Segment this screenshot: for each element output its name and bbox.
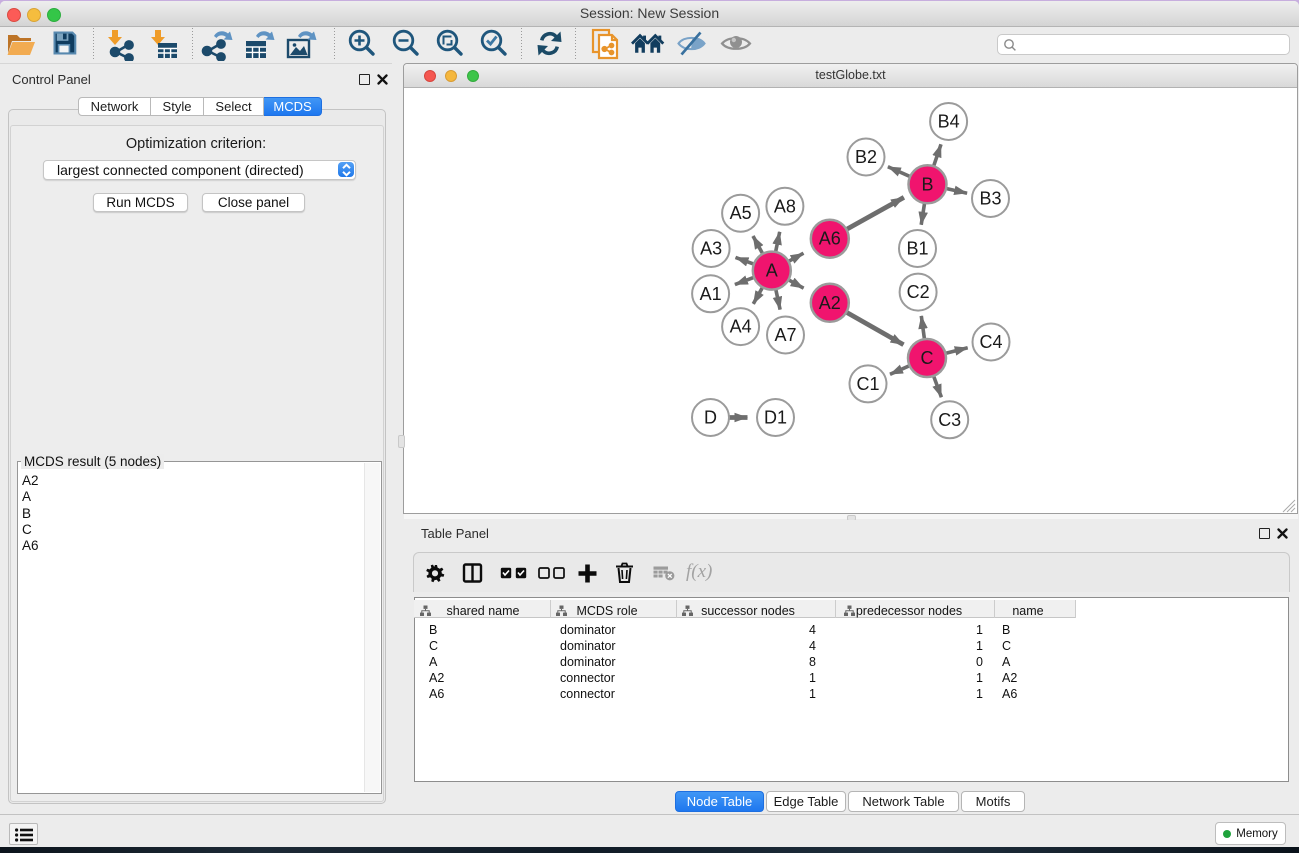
svg-text:C4: C4 xyxy=(979,332,1002,352)
svg-text:B3: B3 xyxy=(979,189,1001,209)
svg-text:D1: D1 xyxy=(764,408,787,428)
svg-text:A8: A8 xyxy=(774,196,796,216)
svg-text:D: D xyxy=(704,408,717,428)
svg-text:B: B xyxy=(921,174,933,194)
svg-text:A5: A5 xyxy=(730,203,752,223)
svg-text:B4: B4 xyxy=(938,112,960,132)
svg-text:A1: A1 xyxy=(700,284,722,304)
svg-text:C2: C2 xyxy=(907,282,930,302)
svg-text:B1: B1 xyxy=(906,239,928,259)
svg-text:C: C xyxy=(921,348,934,368)
svg-text:A3: A3 xyxy=(700,239,722,259)
svg-text:A6: A6 xyxy=(819,229,841,249)
svg-text:C3: C3 xyxy=(938,410,961,430)
svg-text:A7: A7 xyxy=(774,325,796,345)
svg-text:A: A xyxy=(766,261,778,281)
svg-text:C1: C1 xyxy=(856,374,879,394)
svg-text:A4: A4 xyxy=(730,317,752,337)
svg-text:A2: A2 xyxy=(819,293,841,313)
svg-text:B2: B2 xyxy=(855,147,877,167)
